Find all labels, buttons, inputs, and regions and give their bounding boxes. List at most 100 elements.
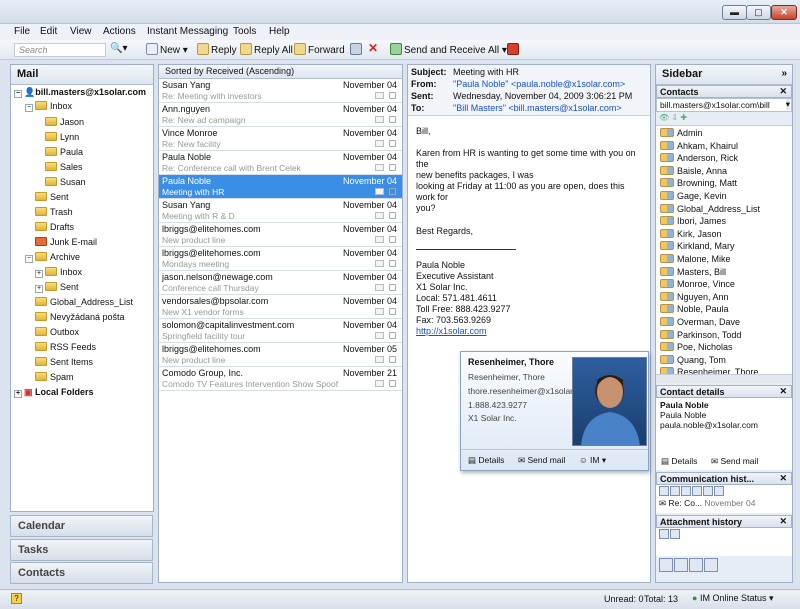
nav-calendar[interactable]: Calendar xyxy=(10,515,153,537)
people-tool-icon[interactable] xyxy=(674,558,688,572)
message-row[interactable]: Ann.nguyen November 04 Re: New ad campaign xyxy=(159,103,402,127)
add-contact-icon[interactable]: ✚ xyxy=(680,113,687,122)
message-row[interactable]: Vince Monroe November 04 Re: New facility xyxy=(159,127,402,151)
contact-item[interactable]: Masters, Bill xyxy=(660,266,726,277)
menu-actions[interactable]: Actions xyxy=(103,26,136,37)
flag-icon[interactable] xyxy=(389,188,396,195)
sort-down-icon[interactable]: ⇩ xyxy=(671,113,678,122)
sort-header[interactable]: Sorted by Received (Ascending) xyxy=(159,65,402,79)
folder-sales[interactable]: Sales xyxy=(45,162,83,172)
send-mail-button[interactable]: ✉ Send mail xyxy=(711,456,758,467)
contact-item[interactable]: Resenheimer, Thore xyxy=(660,367,758,374)
folder-susan[interactable]: Susan xyxy=(45,177,86,187)
card-details-button[interactable]: ▤ Details xyxy=(468,455,504,466)
folder-inbox[interactable]: − Inbox xyxy=(25,101,72,112)
history-filter-icon[interactable] xyxy=(659,486,669,496)
message-row[interactable]: Paula Noble November 04 Meeting with HR xyxy=(159,175,402,199)
message-row[interactable]: lbriggs@elitehomes.com November 05 New pro… xyxy=(159,343,402,367)
new-button[interactable]: New ▾ xyxy=(146,43,188,56)
flag-icon[interactable] xyxy=(389,260,396,267)
history-filter-icon[interactable] xyxy=(692,486,702,496)
history-filter-icon[interactable] xyxy=(714,486,724,496)
flag-icon[interactable] xyxy=(389,116,396,123)
folder-sent[interactable]: Sent xyxy=(35,192,69,202)
contact-item[interactable]: Poe, Nicholas xyxy=(660,342,733,352)
folder-global-address[interactable]: Global_Address_List xyxy=(35,297,133,307)
flag-icon[interactable] xyxy=(389,332,396,339)
im-status[interactable]: ● IM Online Status ▾ xyxy=(692,593,774,604)
message-row[interactable]: Paula Noble November 04 Re: Conference cal… xyxy=(159,151,402,175)
folder-lynn[interactable]: Lynn xyxy=(45,132,79,142)
message-row[interactable]: Susan Yang November 04 Meeting with R & D xyxy=(159,199,402,223)
menu-edit[interactable]: Edit xyxy=(40,26,57,37)
nav-tasks[interactable]: Tasks xyxy=(10,539,153,561)
folder-jason[interactable]: Jason xyxy=(45,117,84,127)
flag-icon[interactable] xyxy=(389,356,396,363)
contact-item[interactable]: Ibori, James xyxy=(660,216,726,226)
attachment-filter-icon[interactable] xyxy=(670,529,680,539)
close-icon[interactable]: ✕ xyxy=(779,386,787,397)
to-value[interactable]: "Bill Masters" <bill.masters@x1solar.com… xyxy=(453,103,622,113)
flag-icon[interactable] xyxy=(389,308,396,315)
forward-button[interactable]: Forward xyxy=(294,43,345,56)
contact-item[interactable]: Noble, Paula xyxy=(660,304,729,314)
folder-archive-inbox[interactable]: + Inbox xyxy=(35,267,82,278)
contact-item[interactable]: Gage, Kevin xyxy=(660,191,727,201)
contact-item[interactable]: Anderson, Rick xyxy=(660,153,738,163)
reply-all-button[interactable]: Reply All xyxy=(240,43,293,56)
contact-item[interactable]: Browning, Matt xyxy=(660,178,737,188)
attachments-tool-icon[interactable] xyxy=(704,558,718,572)
search-icon[interactable]: 🔍▾ xyxy=(110,43,127,54)
history-filter-icon[interactable] xyxy=(703,486,713,496)
history-filter-icon[interactable] xyxy=(670,486,680,496)
flag-icon[interactable] xyxy=(389,380,396,387)
flag-icon[interactable] xyxy=(389,164,396,171)
message-row[interactable]: solomon@capitalinvestment.com November 04… xyxy=(159,319,402,343)
contact-item[interactable]: Quang, Tom xyxy=(660,354,726,365)
flag-icon[interactable] xyxy=(389,284,396,291)
print-icon[interactable] xyxy=(350,43,364,56)
folder-archive-sent[interactable]: + Sent xyxy=(35,282,79,293)
message-row[interactable]: Comodo Group, Inc. November 21 Comodo TV F… xyxy=(159,367,402,391)
card-im-button[interactable]: ☺ IM ▾ xyxy=(579,455,606,466)
delete-icon[interactable]: ✕ xyxy=(368,41,378,55)
history-item[interactable]: ✉ Re: Co... November 04 xyxy=(659,498,789,509)
flag-icon[interactable] xyxy=(389,92,396,99)
contact-item[interactable]: Monroe, Vince xyxy=(660,279,735,289)
folder-archive[interactable]: − Archive xyxy=(25,252,80,263)
history-filter-icon[interactable] xyxy=(681,486,691,496)
contact-item[interactable]: Admin xyxy=(660,128,703,138)
account-node[interactable]: − 👤bill.masters@x1solar.com xyxy=(14,87,146,98)
attachment-filter-icon[interactable] xyxy=(659,529,669,539)
addon-icon[interactable] xyxy=(507,43,521,56)
contact-item[interactable]: Malone, Mike xyxy=(660,254,731,264)
close-button[interactable]: ✕ xyxy=(771,5,797,20)
flag-icon[interactable] xyxy=(389,212,396,219)
details-button[interactable]: ▤ Details xyxy=(661,456,697,467)
contact-item[interactable]: Overman, Dave xyxy=(660,317,740,327)
contact-item[interactable]: Baisle, Anna xyxy=(660,165,727,176)
menu-tools[interactable]: Tools xyxy=(233,26,256,37)
local-folders-node[interactable]: + ▣ Local Folders xyxy=(14,387,94,398)
folder-drafts[interactable]: Drafts xyxy=(35,222,74,232)
search-input[interactable]: Search xyxy=(14,43,106,57)
menu-instant-messaging[interactable]: Instant Messaging xyxy=(147,26,228,37)
flag-icon[interactable] xyxy=(389,236,396,243)
folder-spam[interactable]: Spam xyxy=(35,372,74,382)
menu-file[interactable]: File xyxy=(14,26,30,37)
flag-icon[interactable] xyxy=(389,140,396,147)
reply-button[interactable]: Reply xyxy=(197,43,237,56)
folder-nevyzadana[interactable]: Nevyžádaná pošta xyxy=(35,312,125,322)
menu-view[interactable]: View xyxy=(70,26,92,37)
contact-item[interactable]: Nguyen, Ann xyxy=(660,291,729,302)
notes-tool-icon[interactable] xyxy=(689,558,703,572)
website-link[interactable]: http://x1solar.com xyxy=(416,326,642,337)
folder-sent-items[interactable]: Sent Items xyxy=(35,357,93,367)
nav-contacts[interactable]: Contacts xyxy=(10,562,153,584)
contact-item[interactable]: Parkinson, Todd xyxy=(660,329,741,340)
view-icon[interactable]: 👁 xyxy=(659,113,669,122)
folder-trash[interactable]: Trash xyxy=(35,207,73,217)
account-select[interactable]: bill.masters@x1solar.com\bill ▾ xyxy=(656,98,792,112)
collapse-icon[interactable]: » xyxy=(781,68,787,79)
menu-help[interactable]: Help xyxy=(269,26,290,37)
